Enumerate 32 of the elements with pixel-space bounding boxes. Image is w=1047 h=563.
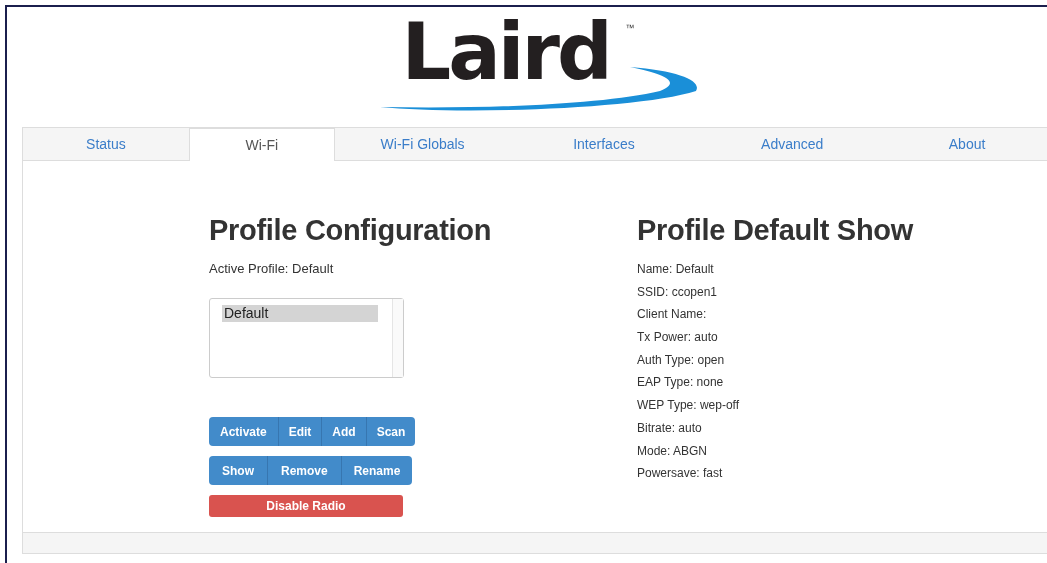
profile-field-text: EAP Type: none — [637, 374, 725, 392]
trademark-mark: ™ — [625, 23, 635, 33]
disable-radio-button[interactable]: Disable Radio — [209, 495, 403, 517]
section-heading: Profile Default Show — [637, 214, 915, 247]
nav-tab[interactable]: Advanced — [697, 128, 888, 159]
profile-action-button[interactable]: Edit — [278, 417, 323, 446]
profile-field-text: Auth Type: open — [637, 351, 726, 369]
profile-field-text: Name: Default — [637, 261, 715, 278]
profile-field-text: SSID: ccopen1 — [637, 283, 719, 301]
active-profile-text: Active Profile: Default — [209, 261, 335, 276]
profile-action-button[interactable]: Remove — [268, 456, 342, 485]
section-heading: Profile Configuration — [209, 214, 493, 247]
profile-item[interactable]: Default — [222, 305, 378, 322]
profile-action-button[interactable]: Scan — [366, 417, 416, 446]
profile-field-text: Bitrate: auto — [637, 419, 703, 437]
profile-action-button[interactable]: Activate — [209, 417, 279, 446]
profile-field-text: Mode: ABGN — [637, 442, 709, 460]
profile-action-button[interactable]: Rename — [341, 456, 413, 485]
profile-action-button[interactable]: Show — [209, 456, 268, 485]
profile-listbox[interactable]: Default — [209, 298, 404, 378]
nav-tab[interactable]: Interfaces — [510, 128, 698, 159]
profile-action-button[interactable]: Add — [322, 417, 367, 446]
profile-field-text: Powersave: fast — [637, 465, 724, 483]
nav-tab[interactable]: Wi-Fi Globals — [334, 128, 511, 159]
scrollbar[interactable] — [392, 299, 403, 377]
profile-field-text: Tx Power: auto — [637, 329, 719, 347]
logo-wordmark: Laird — [401, 13, 610, 91]
profile-field-text: Client Name: — [637, 306, 708, 324]
nav-tab[interactable]: Status — [23, 128, 189, 159]
nav-tab[interactable]: About — [887, 128, 1047, 159]
nav-tab[interactable]: Wi-Fi — [188, 128, 335, 161]
profile-field-text: WEP Type: wep-off — [637, 397, 741, 415]
